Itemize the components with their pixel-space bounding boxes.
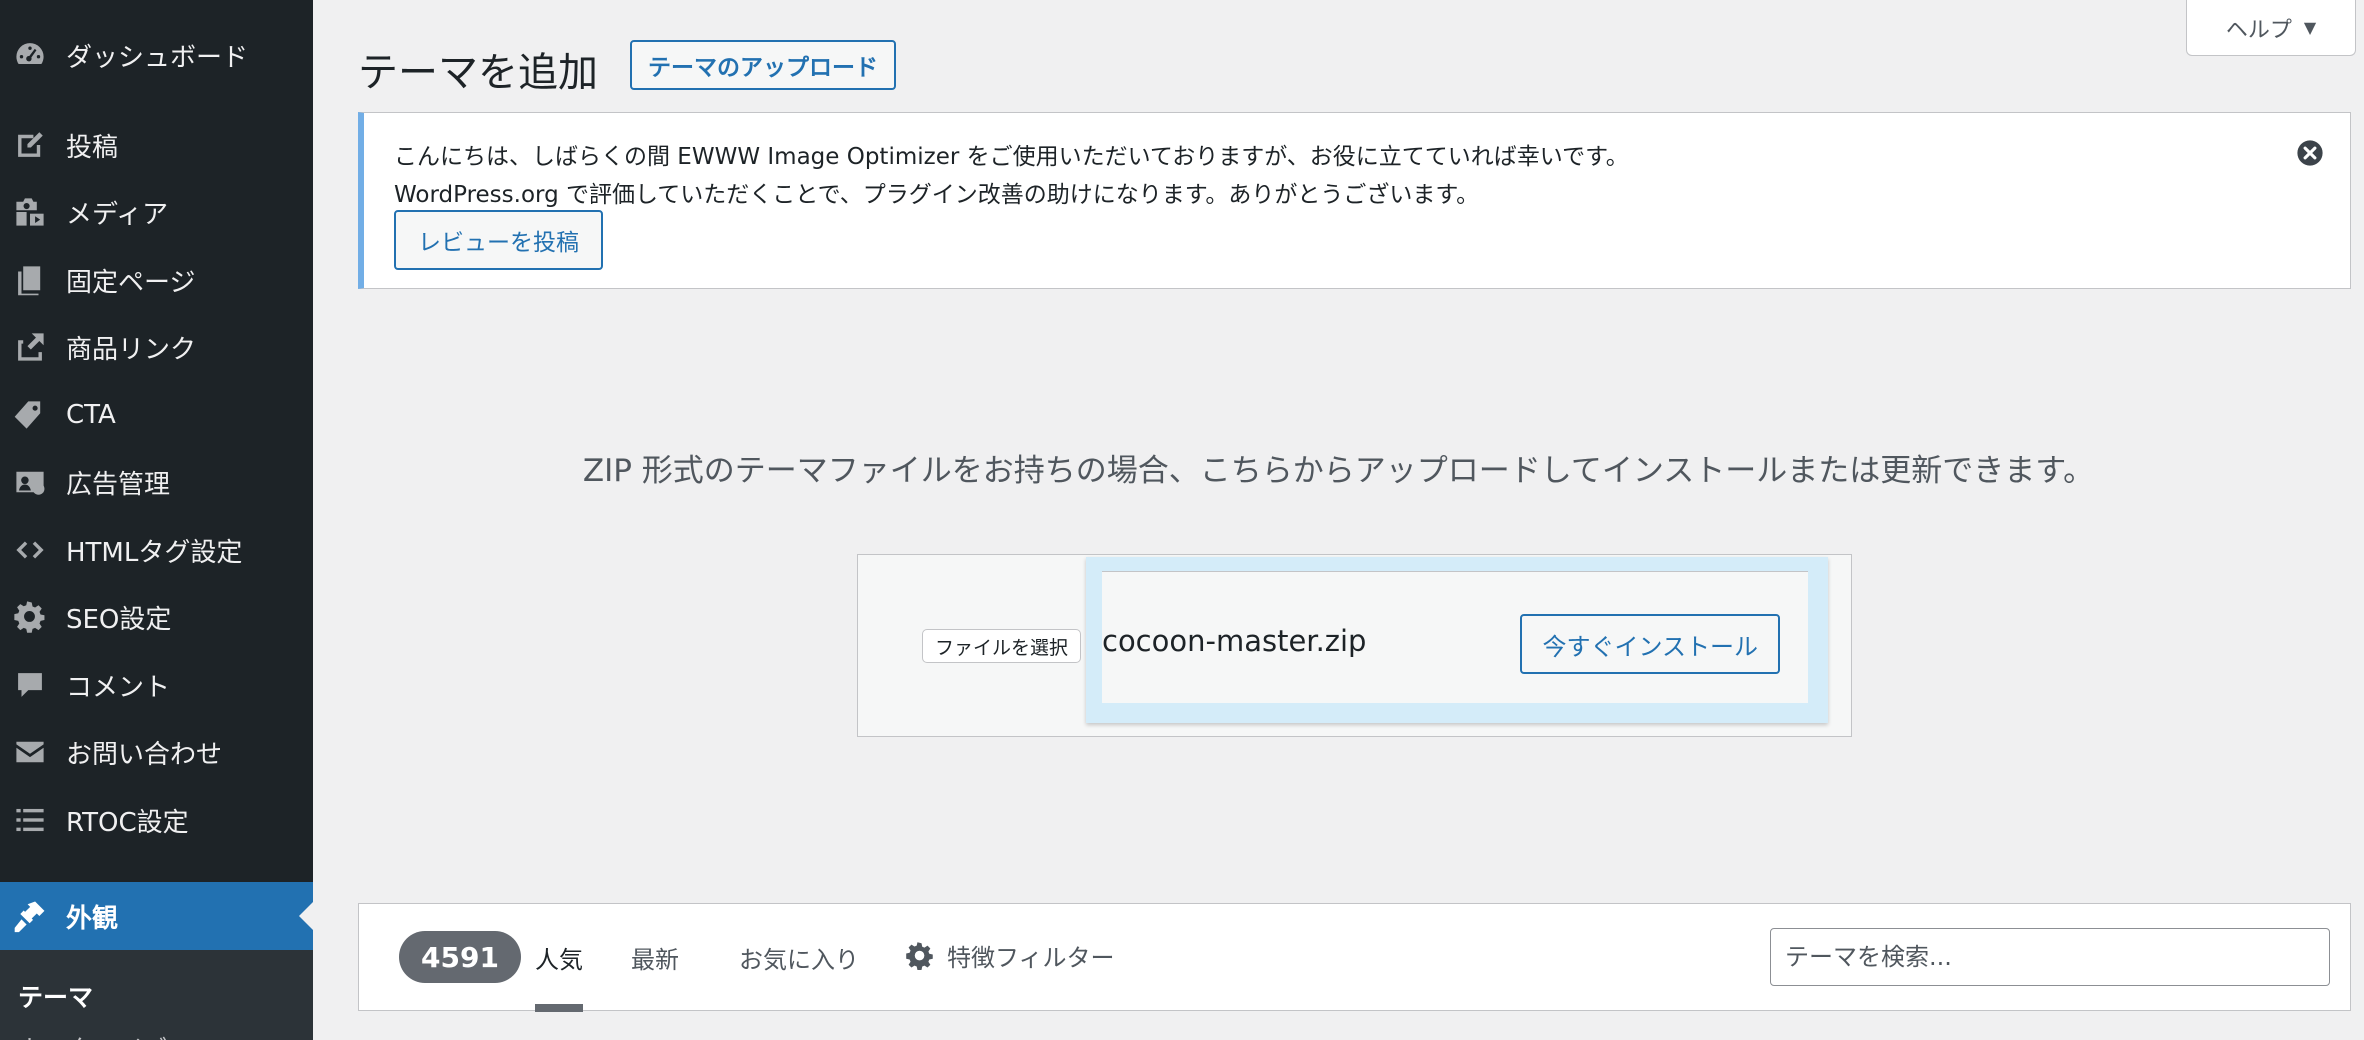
install-now-button[interactable]: 今すぐインストール	[1520, 614, 1780, 674]
feature-filter-label: 特徴フィルター	[947, 944, 1115, 972]
post-icon	[12, 127, 48, 163]
ads-icon	[12, 464, 48, 500]
appearance-icon	[12, 898, 48, 934]
selected-file-name: cocoon-master.zip	[1102, 624, 1367, 658]
sidebar-item-label: CTA	[66, 400, 116, 430]
dashboard-icon	[12, 37, 48, 73]
product-link-icon	[12, 329, 48, 365]
sidebar-item-label: メディア	[66, 199, 169, 230]
page-title: テーマを追加	[358, 50, 598, 96]
theme-search-input[interactable]	[1770, 928, 2330, 986]
sidebar-item-comments[interactable]: コメント	[0, 655, 313, 715]
sidebar-item-label: 投稿	[66, 132, 119, 163]
sidebar-item-label: 外観	[66, 903, 119, 934]
admin-sidebar: ダッシュボード 投稿 メディア 固定ページ 商品リンク CTA 広告管理 HTM…	[0, 0, 313, 1040]
tab-popular[interactable]: 人気	[535, 940, 583, 975]
sidebar-item-label: コメント	[66, 672, 171, 703]
selected-file-panel-inner: cocoon-master.zip 今すぐインストール	[1102, 571, 1808, 703]
help-tab-button[interactable]: ヘルプ ▼	[2186, 0, 2356, 56]
sidebar-item-label: HTMLタグ設定	[66, 537, 243, 568]
comment-icon	[12, 667, 48, 703]
sidebar-item-pages[interactable]: 固定ページ	[0, 250, 313, 310]
sidebar-item-ads[interactable]: 広告管理	[0, 452, 313, 512]
notice-text-line2: WordPress.org で評価していただくことで、プラグイン改善の助けになり…	[394, 182, 1480, 208]
sidebar-item-media[interactable]: メディア	[0, 182, 313, 242]
upload-description: ZIP 形式のテーマファイルをお持ちの場合、こちらからアップロードしてインストー…	[582, 453, 2095, 489]
sidebar-item-label: 広告管理	[66, 469, 171, 500]
sidebar-item-posts[interactable]: 投稿	[0, 115, 313, 175]
choose-file-button[interactable]: ファイルを選択	[922, 629, 1082, 663]
notice-text-line1: こんにちは、しばらくの間 EWWW Image Optimizer をご使用いた…	[394, 144, 1629, 170]
upload-theme-button[interactable]: テーマのアップロード	[630, 40, 896, 90]
media-icon	[12, 194, 48, 230]
current-tab-indicator	[535, 1004, 583, 1012]
submenu-item-customize[interactable]: カスタマイズ	[18, 1030, 167, 1040]
list-icon	[12, 802, 48, 838]
sidebar-item-contact[interactable]: お問い合わせ	[0, 722, 313, 782]
sidebar-item-cta[interactable]: CTA	[0, 385, 313, 445]
sidebar-item-dashboard[interactable]: ダッシュボード	[0, 25, 313, 85]
dismiss-notice-icon[interactable]	[2296, 139, 2324, 167]
post-review-button[interactable]: レビューを投稿	[394, 210, 603, 270]
sidebar-item-label: 固定ページ	[66, 267, 196, 298]
sidebar-item-label: 商品リンク	[66, 334, 197, 365]
sidebar-item-appearance[interactable]: 外観	[0, 882, 313, 950]
pages-icon	[12, 262, 48, 298]
selected-file-panel: cocoon-master.zip 今すぐインストール	[1086, 557, 1828, 723]
sidebar-item-label: SEO設定	[66, 604, 172, 635]
sidebar-item-label: ダッシュボード	[66, 42, 249, 73]
help-label: ヘルプ	[2225, 17, 2292, 43]
theme-filter-bar: 4591 人気 最新 お気に入り 特徴フィルター	[358, 903, 2351, 1012]
review-notice: こんにちは、しばらくの間 EWWW Image Optimizer をご使用いた…	[358, 112, 2351, 289]
sidebar-item-seo[interactable]: SEO設定	[0, 587, 313, 647]
sidebar-item-label: RTOC設定	[66, 807, 189, 838]
caret-down-icon: ▼	[2303, 18, 2317, 37]
gear-icon	[12, 599, 48, 635]
gear-icon	[906, 941, 933, 970]
cta-icon	[12, 397, 48, 433]
main-content: ヘルプ ▼ テーマを追加 テーマのアップロード こんにちは、しばらくの間 EWW…	[313, 0, 2364, 1040]
submenu-item-themes[interactable]: テーマ	[18, 978, 93, 1014]
sidebar-item-label: お問い合わせ	[66, 739, 223, 770]
mail-icon	[12, 734, 48, 770]
code-icon	[12, 532, 48, 568]
theme-count-badge: 4591	[399, 931, 521, 983]
sidebar-item-product-links[interactable]: 商品リンク	[0, 317, 313, 377]
sidebar-item-html-tags[interactable]: HTMLタグ設定	[0, 520, 313, 580]
feature-filter-button[interactable]: 特徴フィルター	[905, 938, 1115, 973]
tab-latest[interactable]: 最新	[631, 940, 679, 975]
sidebar-item-rtoc[interactable]: RTOC設定	[0, 790, 313, 850]
tab-favorites[interactable]: お気に入り	[739, 940, 859, 975]
theme-upload-form: ファイルを選択 cocoon-master.zip 今すぐインストール	[857, 554, 1852, 737]
